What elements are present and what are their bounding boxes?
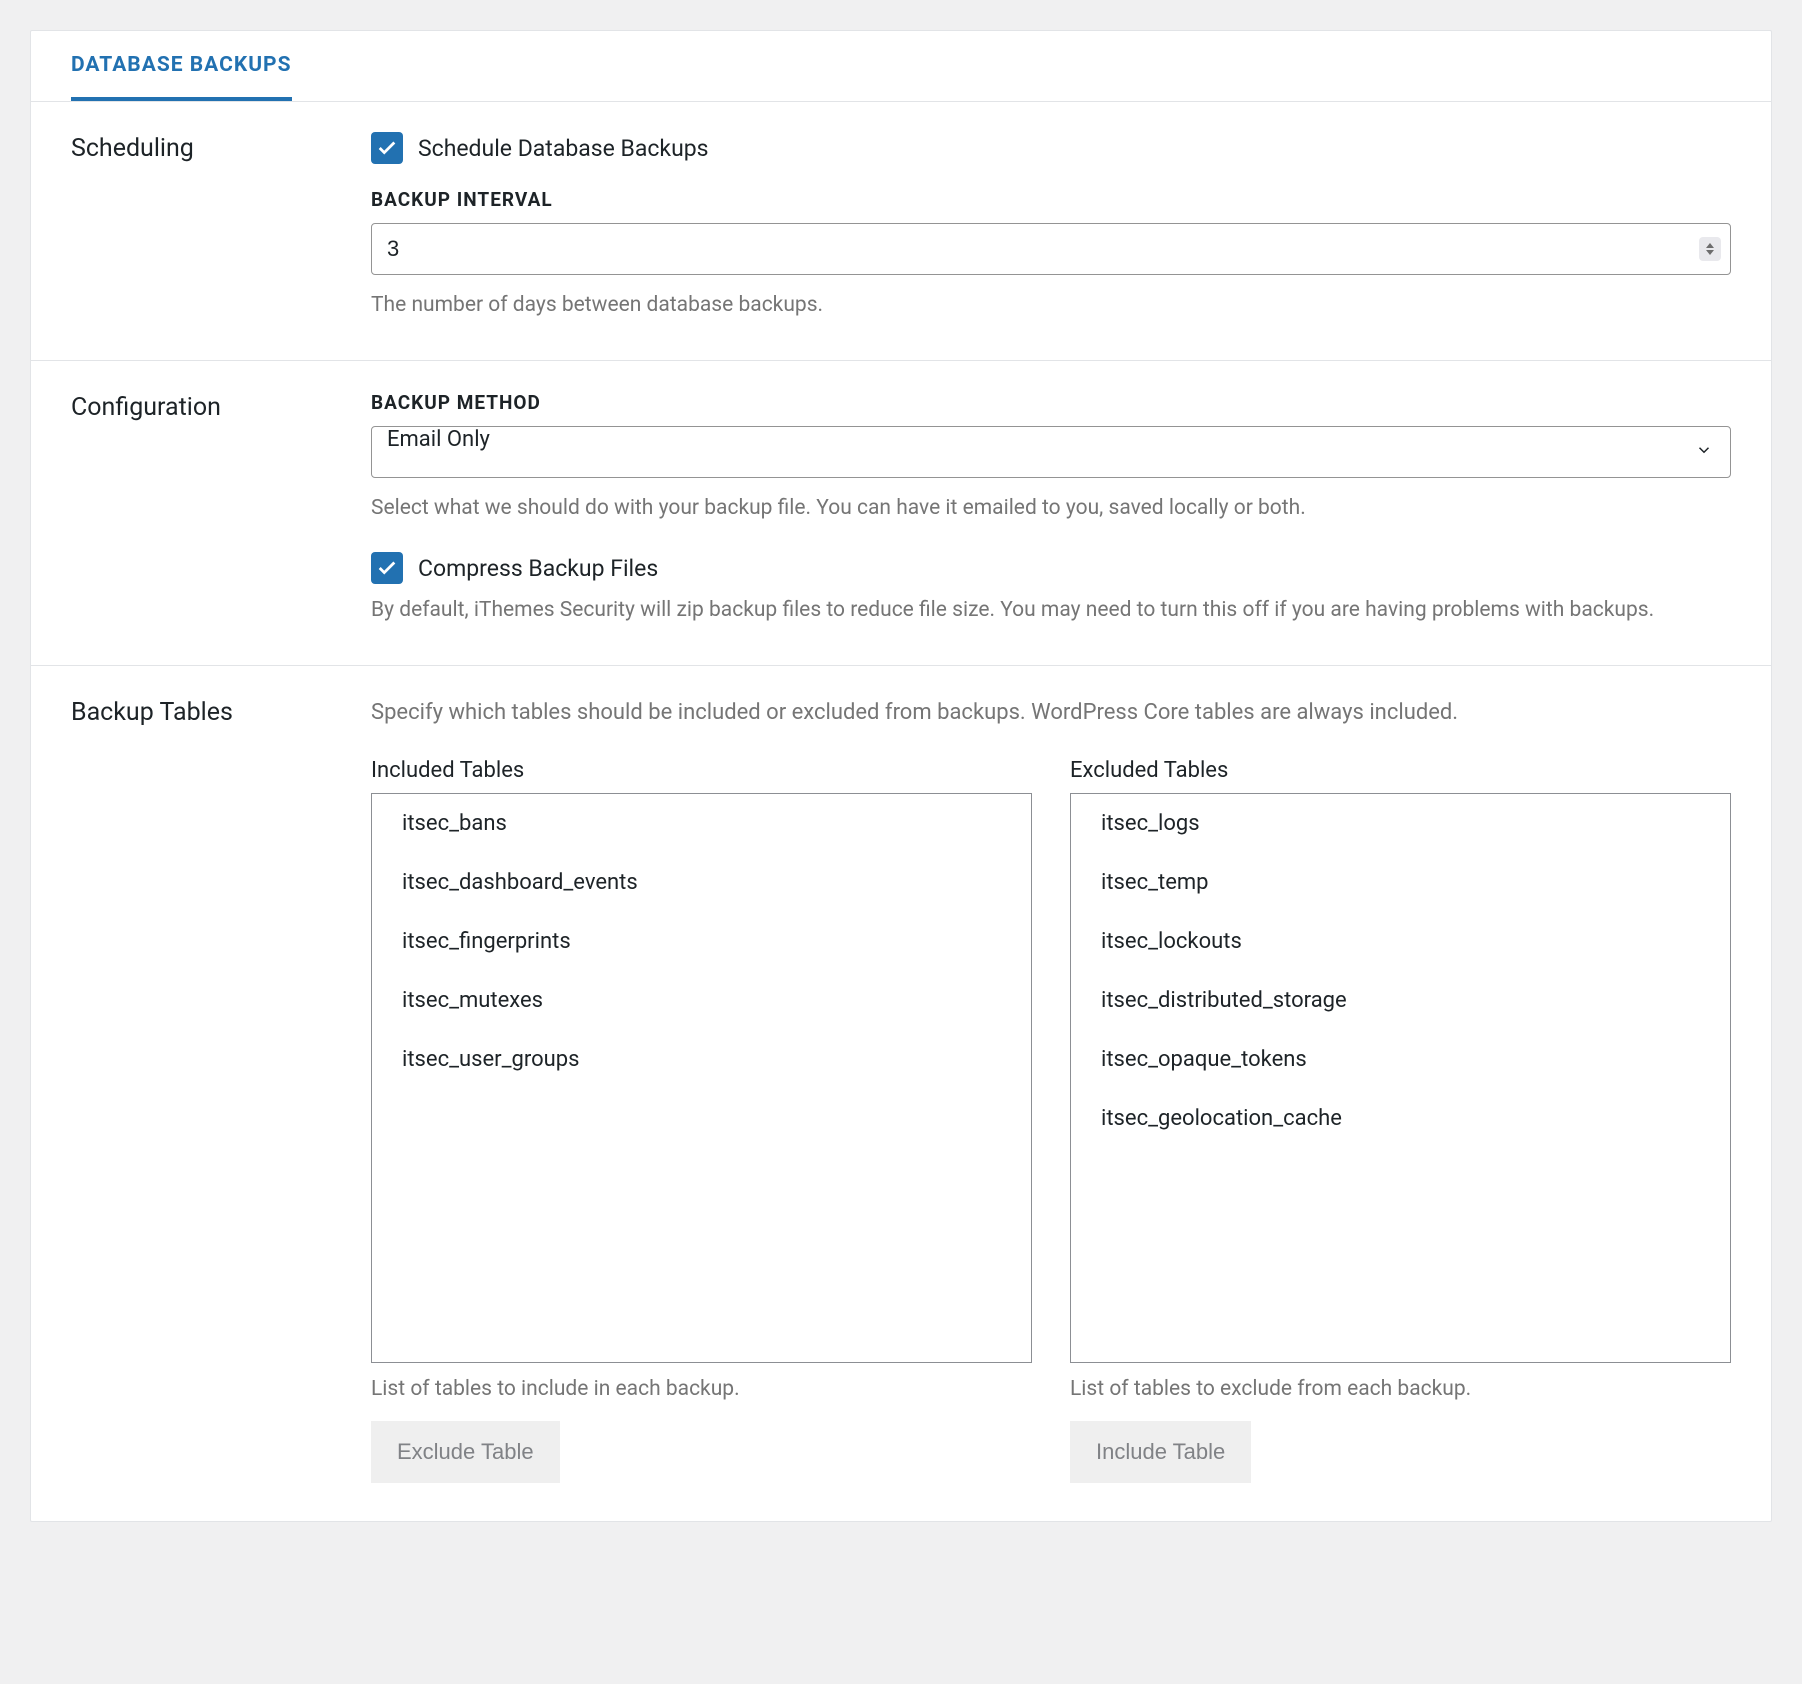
list-item[interactable]: itsec_fingerprints xyxy=(372,912,1031,971)
compress-backup-help: By default, iThemes Security will zip ba… xyxy=(371,594,1731,627)
section-backup-tables: Backup Tables Specify which tables shoul… xyxy=(31,666,1771,1521)
included-tables-help: List of tables to include in each backup… xyxy=(371,1377,1032,1401)
list-item[interactable]: itsec_user_groups xyxy=(372,1030,1031,1089)
schedule-backups-label: Schedule Database Backups xyxy=(418,135,709,162)
stepper-down-icon xyxy=(1706,250,1714,255)
tab-header: DATABASE BACKUPS xyxy=(31,31,1771,102)
section-heading-scheduling: Scheduling xyxy=(71,132,371,322)
list-item[interactable]: itsec_logs xyxy=(1071,794,1730,853)
section-heading-backup-tables: Backup Tables xyxy=(71,696,371,1483)
list-item[interactable]: itsec_opaque_tokens xyxy=(1071,1030,1730,1089)
compress-backup-label: Compress Backup Files xyxy=(418,555,658,582)
stepper-up-icon xyxy=(1706,243,1714,248)
check-icon xyxy=(376,557,398,579)
backup-interval-help: The number of days between database back… xyxy=(371,289,1731,322)
section-configuration: Configuration BACKUP METHOD Email Only S… xyxy=(31,361,1771,666)
excluded-tables-listbox[interactable]: itsec_logsitsec_tempitsec_lockoutsitsec_… xyxy=(1070,793,1731,1363)
list-item[interactable]: itsec_mutexes xyxy=(372,971,1031,1030)
excluded-tables-help: List of tables to exclude from each back… xyxy=(1070,1377,1731,1401)
backup-interval-input[interactable] xyxy=(371,223,1731,275)
settings-panel: DATABASE BACKUPS Scheduling Schedule Dat… xyxy=(30,30,1772,1522)
include-table-button[interactable]: Include Table xyxy=(1070,1421,1251,1483)
number-stepper[interactable] xyxy=(1699,237,1721,261)
list-item[interactable]: itsec_lockouts xyxy=(1071,912,1730,971)
excluded-tables-title: Excluded Tables xyxy=(1070,758,1731,783)
included-tables-column: Included Tables itsec_bansitsec_dashboar… xyxy=(371,758,1032,1483)
list-item[interactable]: itsec_dashboard_events xyxy=(372,853,1031,912)
compress-backup-checkbox[interactable] xyxy=(371,552,403,584)
list-item[interactable]: itsec_bans xyxy=(372,794,1031,853)
section-scheduling: Scheduling Schedule Database Backups BAC… xyxy=(31,102,1771,361)
backup-tables-intro: Specify which tables should be included … xyxy=(371,696,1731,730)
included-tables-title: Included Tables xyxy=(371,758,1032,783)
backup-interval-label: BACKUP INTERVAL xyxy=(371,188,1731,211)
section-heading-configuration: Configuration xyxy=(71,391,371,627)
exclude-table-button[interactable]: Exclude Table xyxy=(371,1421,560,1483)
backup-method-label: BACKUP METHOD xyxy=(371,391,1731,414)
check-icon xyxy=(376,137,398,159)
backup-method-help: Select what we should do with your backu… xyxy=(371,492,1731,525)
list-item[interactable]: itsec_temp xyxy=(1071,853,1730,912)
schedule-backups-checkbox[interactable] xyxy=(371,132,403,164)
included-tables-listbox[interactable]: itsec_bansitsec_dashboard_eventsitsec_fi… xyxy=(371,793,1032,1363)
excluded-tables-column: Excluded Tables itsec_logsitsec_tempitse… xyxy=(1070,758,1731,1483)
backup-method-select[interactable]: Email Only xyxy=(371,426,1731,478)
tab-database-backups[interactable]: DATABASE BACKUPS xyxy=(71,31,292,101)
list-item[interactable]: itsec_distributed_storage xyxy=(1071,971,1730,1030)
list-item[interactable]: itsec_geolocation_cache xyxy=(1071,1089,1730,1148)
